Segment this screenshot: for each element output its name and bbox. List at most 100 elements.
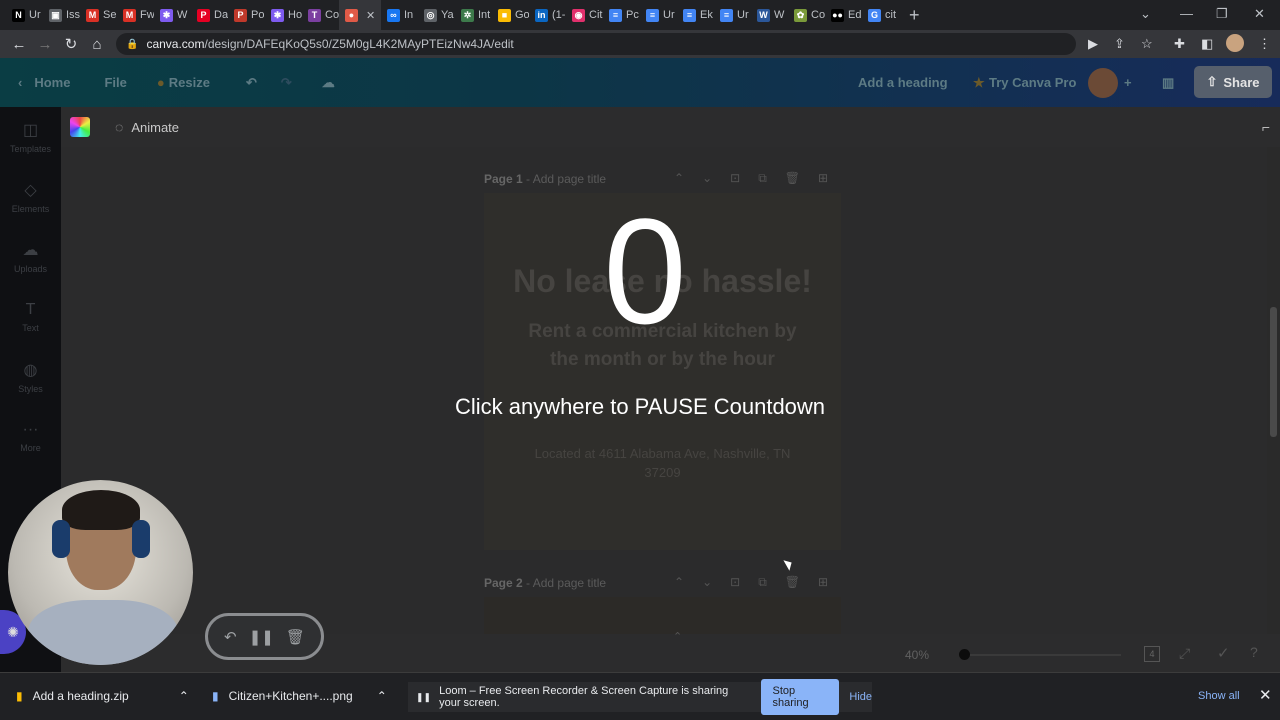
pause-icon[interactable]: ❚❚ [249, 628, 274, 646]
add-page-icon[interactable]: ⊞ [818, 171, 828, 186]
browser-tab[interactable]: ∞ In [381, 0, 418, 30]
add-page-icon[interactable]: ⊞ [818, 575, 828, 590]
page-1-title-input[interactable]: - Add page title [526, 172, 606, 186]
browser-tab[interactable]: ≡ Ek [677, 0, 714, 30]
download-item-zip[interactable]: ▮ Add a heading.zip ⌃ [16, 689, 189, 703]
browser-tab[interactable]: ✿ Co [788, 0, 825, 30]
download-item-png[interactable]: ▮ Citizen+Kitchen+....png ⌃ [212, 689, 387, 703]
add-people-icon[interactable]: + [1124, 75, 1132, 90]
browser-tab[interactable]: ✱ Ho [265, 0, 302, 30]
bookmark-star-icon[interactable]: ☆ [1141, 36, 1153, 52]
restart-icon[interactable]: ↶ [224, 628, 237, 646]
reload-icon[interactable]: ↻ [58, 35, 84, 53]
browser-tab[interactable]: ◉ Cit [566, 0, 603, 30]
close-window-icon[interactable]: ✕ [1254, 6, 1265, 22]
address-text-2[interactable]: 37209 [484, 465, 841, 480]
canvas-scrollbar[interactable] [1267, 147, 1280, 634]
browser-tab[interactable]: N Ur [6, 0, 43, 30]
page-2-title-input[interactable]: - Add page title [526, 576, 606, 590]
lock-page-icon[interactable]: ⊡ [730, 575, 740, 590]
expand-notes-icon[interactable]: ⌃ [673, 630, 682, 643]
extensions-icon[interactable]: ✚ [1174, 36, 1185, 52]
try-canva-pro-button[interactable]: Try Canva Pro [989, 75, 1076, 90]
stop-sharing-button[interactable]: Stop sharing [760, 679, 840, 715]
browser-tab[interactable]: ●● Ed [825, 0, 862, 30]
sidebar-item-uploads[interactable]: ☁ Uploads [0, 227, 61, 287]
chevron-up-icon[interactable]: ⌃ [377, 689, 387, 703]
sidebar-item-more[interactable]: ··· More [0, 407, 61, 467]
sidebar-item-templates[interactable]: ◫ Templates [0, 107, 61, 167]
side-panel-icon[interactable]: ◧ [1201, 36, 1213, 52]
chevron-down-icon[interactable]: ⌄ [702, 575, 712, 590]
browser-tab[interactable]: M Se [80, 0, 117, 30]
zoom-slider-knob[interactable] [959, 649, 970, 660]
browser-tab[interactable]: ✲ Int [455, 0, 492, 30]
browser-tab[interactable]: T Co [302, 0, 339, 30]
chevron-up-icon[interactable]: ⌃ [674, 575, 684, 590]
delete-page-icon[interactable]: 🗑 [785, 171, 800, 186]
check-icon[interactable]: ✓ [1217, 644, 1230, 662]
browser-tab[interactable]: ▣ Iss [43, 0, 80, 30]
browser-tab[interactable]: P Po [228, 0, 265, 30]
sidebar-item-styles[interactable]: ◍ Styles [0, 347, 61, 407]
tab-search-icon[interactable]: ⌄ [1140, 6, 1151, 22]
paint-roller-icon[interactable]: ⌐ [1262, 119, 1270, 135]
browser-tab[interactable]: ● ✕ [339, 0, 381, 30]
browser-tab[interactable]: ≡ Pc [603, 0, 640, 30]
redo-icon[interactable]: ↷ [281, 75, 292, 91]
design-title[interactable]: Add a heading [858, 75, 948, 90]
minimize-icon[interactable]: — [1180, 6, 1193, 21]
chevron-down-icon[interactable]: ⌄ [702, 171, 712, 186]
fullscreen-icon[interactable]: ⤢ [1179, 645, 1190, 662]
close-tab-icon[interactable]: ✕ [366, 9, 375, 22]
close-downloads-icon[interactable]: ✕ [1259, 686, 1272, 704]
browser-tab[interactable]: M Fw [117, 0, 154, 30]
home-icon[interactable]: ⌂ [84, 36, 110, 53]
chevron-up-icon[interactable]: ⌃ [674, 171, 684, 186]
insights-icon[interactable]: ▥ [1162, 75, 1174, 91]
file-menu[interactable]: File [104, 75, 126, 90]
address-bar[interactable]: 🔒 canva.com/design/DAFEqKoQ5s0/Z5M0gL4K2… [116, 33, 1076, 55]
browser-tab[interactable]: ≡ Ur [640, 0, 677, 30]
countdown-message[interactable]: Click anywhere to PAUSE Countdown [420, 394, 860, 420]
duplicate-page-icon[interactable]: ⧉ [758, 575, 767, 590]
share-page-icon[interactable]: ⇪ [1114, 36, 1125, 52]
chevron-left-icon[interactable]: ‹ [18, 75, 22, 90]
page-2[interactable] [484, 597, 841, 634]
zoom-slider[interactable] [961, 654, 1121, 656]
resize-button[interactable]: Resize [169, 75, 210, 90]
browser-tab[interactable]: ✱ W [154, 0, 191, 30]
zoom-level[interactable]: 40% [905, 648, 929, 662]
share-button[interactable]: ⇧ Share [1194, 66, 1272, 98]
scrollbar-thumb[interactable] [1270, 307, 1277, 437]
home-button[interactable]: Home [34, 75, 70, 90]
back-icon[interactable]: ← [6, 36, 32, 53]
new-tab-button[interactable]: + [909, 5, 920, 26]
forward-icon[interactable]: → [32, 36, 58, 53]
lock-page-icon[interactable]: ⊡ [730, 171, 740, 186]
browser-tab[interactable]: WW [751, 0, 788, 30]
page-count-button[interactable]: 4 [1144, 646, 1160, 662]
profile-avatar[interactable] [1226, 34, 1244, 52]
help-icon[interactable]: ? [1250, 644, 1258, 660]
user-avatar[interactable] [1088, 68, 1118, 98]
sidebar-item-elements[interactable]: ◇ Elements [0, 167, 61, 227]
color-picker-swatch[interactable] [70, 117, 90, 137]
address-text-1[interactable]: Located at 4611 Alabama Ave, Nashville, … [484, 446, 841, 461]
show-all-button[interactable]: Show all [1198, 690, 1240, 702]
camera-icon[interactable]: ▶ [1088, 36, 1098, 52]
trash-icon[interactable]: 🗑 [286, 628, 305, 646]
browser-tab[interactable]: ≡ Ur [714, 0, 751, 30]
browser-tab[interactable]: in (1- [529, 0, 566, 30]
restore-icon[interactable]: ❐ [1216, 6, 1228, 22]
undo-icon[interactable]: ↶ [246, 75, 257, 91]
duplicate-page-icon[interactable]: ⧉ [758, 171, 767, 186]
countdown-number[interactable]: 0 [590, 186, 700, 356]
chrome-menu-icon[interactable]: ⋮ [1258, 36, 1271, 52]
chevron-up-icon[interactable]: ⌃ [179, 689, 189, 703]
delete-page-icon[interactable]: 🗑 [785, 575, 800, 590]
browser-tab[interactable]: ■ Go [492, 0, 529, 30]
animate-button[interactable]: Animate [131, 120, 179, 135]
hide-button[interactable]: Hide [849, 691, 872, 703]
browser-tab[interactable]: ◎ Ya [418, 0, 455, 30]
